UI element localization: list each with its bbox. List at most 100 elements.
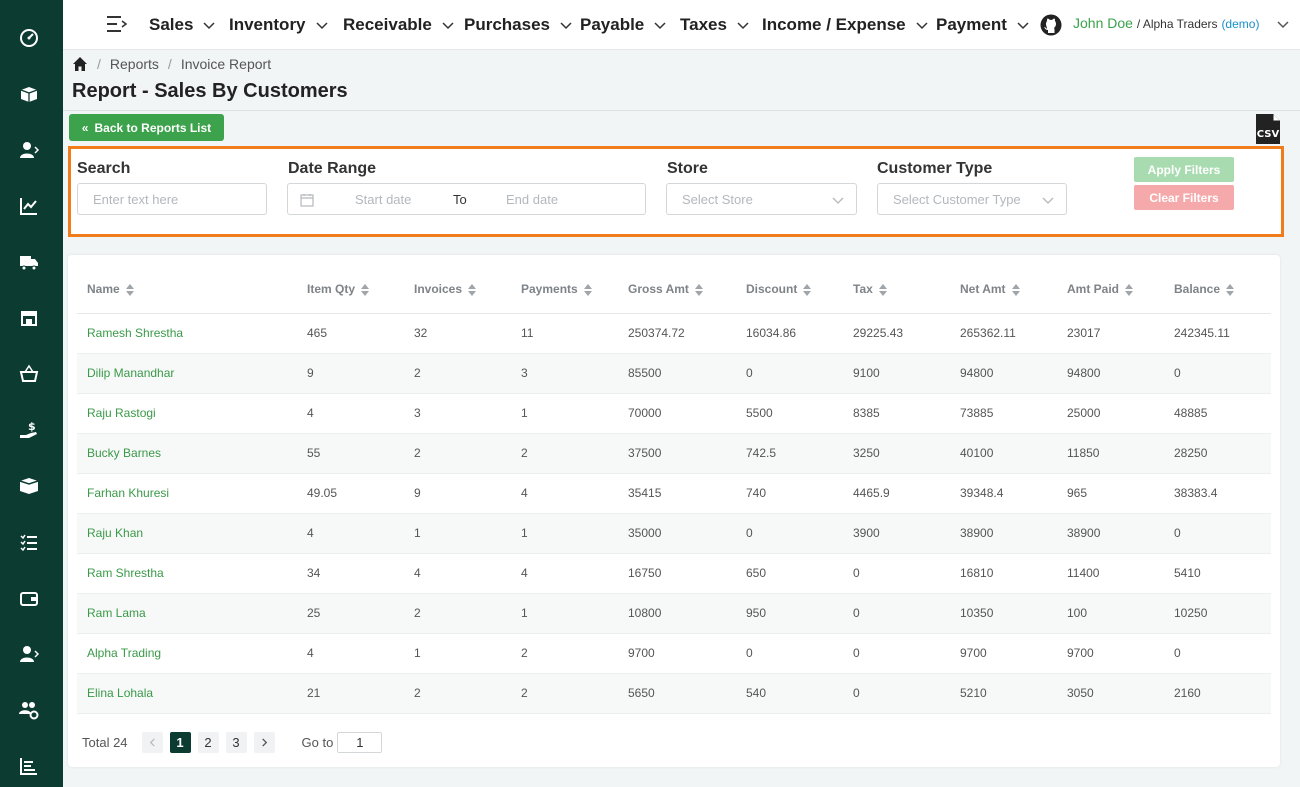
date-range-picker[interactable]: Start date To End date (287, 183, 646, 215)
chevron-right-icon (261, 738, 267, 747)
store-icon[interactable] (18, 307, 40, 329)
table-cell: 10350 (950, 593, 1057, 634)
table-row[interactable]: Bucky Barnes 55 2 2 37500 742.5 3250 40100 11850… (77, 433, 1271, 474)
sort-icon[interactable] (125, 283, 134, 296)
sort-icon[interactable] (803, 283, 812, 296)
chevron-down-icon (737, 22, 749, 30)
table-row[interactable]: Raju Khan 4 1 1 35000 0 3900 38900 38900 0 (77, 513, 1271, 554)
table-cell: 85500 (618, 353, 736, 394)
nav-receivable[interactable]: Receivable (343, 15, 454, 35)
customer-name-link[interactable]: Raju Khan (77, 513, 297, 554)
nav-sales[interactable]: Sales (149, 15, 215, 35)
table-cell: 10250 (1164, 593, 1271, 634)
user-arrow-icon[interactable] (18, 643, 40, 665)
end-date-input[interactable]: End date (506, 192, 558, 207)
csv-download-icon[interactable]: CSV (1255, 113, 1281, 145)
nav-taxes[interactable]: Taxes (680, 15, 749, 35)
menu-toggle-icon[interactable] (107, 15, 127, 33)
customer-name-link[interactable]: Ram Lama (77, 593, 297, 634)
customer-type-select[interactable]: Select Customer Type (877, 183, 1067, 215)
wallet-icon[interactable] (18, 587, 40, 609)
page-2-button[interactable]: 2 (197, 732, 219, 753)
customer-name-link[interactable]: Ramesh Shrestha (77, 313, 297, 354)
clear-filters-button[interactable]: Clear Filters (1134, 185, 1234, 210)
page-title: Report - Sales By Customers (72, 80, 348, 102)
column-header[interactable]: Amt Paid (1057, 265, 1164, 314)
customer-type-placeholder: Select Customer Type (893, 191, 1021, 207)
users-gear-icon[interactable] (18, 699, 40, 721)
column-header[interactable]: Item Qty (297, 265, 404, 314)
table-cell: 73885 (950, 393, 1057, 434)
nav-sales-label: Sales (149, 15, 194, 34)
customer-name-link[interactable]: Elina Lohala (77, 673, 297, 714)
nav-payable[interactable]: Payable (580, 15, 666, 35)
customer-name-link[interactable]: Bucky Barnes (77, 433, 297, 474)
table-row[interactable]: Ram Lama 25 2 1 10800 950 0 10350 100 10250 (77, 593, 1271, 634)
table-row[interactable]: Ramesh Shrestha 465 32 11 250374.72 16034.86 2… (77, 313, 1271, 354)
table-row[interactable]: Raju Rastogi 4 3 1 70000 5500 8385 73885 25000 48… (77, 393, 1271, 434)
column-header[interactable]: Name (77, 265, 297, 314)
user-menu[interactable]: John Doe / Alpha Traders (demo) (1073, 15, 1259, 31)
apply-filters-button[interactable]: Apply Filters (1134, 157, 1234, 182)
table-row[interactable]: Farhan Khuresi 49.05 9 4 35415 740 4465.9 39348… (77, 473, 1271, 514)
list-check-icon[interactable] (18, 531, 40, 553)
column-header[interactable]: Balance (1164, 265, 1271, 314)
table-row[interactable]: Alpha Trading 4 1 2 9700 0 0 9700 9700 0 (77, 633, 1271, 674)
next-page-button[interactable] (253, 732, 275, 753)
search-placeholder: Enter text here (93, 191, 179, 207)
column-header[interactable]: Discount (736, 265, 843, 314)
column-header[interactable]: Payments (511, 265, 618, 314)
customer-name-link[interactable]: Raju Rastogi (77, 393, 297, 434)
customer-name-link[interactable]: Dilip Manandhar (77, 353, 297, 394)
table-cell: 1 (511, 593, 618, 634)
dashboard-icon[interactable] (18, 27, 40, 49)
hand-money-icon[interactable]: $ (18, 419, 40, 441)
column-header[interactable]: Invoices (404, 265, 511, 314)
nav-inventory[interactable]: Inventory (229, 15, 328, 35)
sort-icon[interactable] (361, 283, 370, 296)
home-icon[interactable] (72, 56, 88, 72)
chevron-down-icon[interactable] (1277, 18, 1289, 30)
report-chart-icon[interactable] (18, 755, 40, 777)
goto-page-input[interactable] (337, 732, 383, 753)
search-input[interactable]: Enter text here (77, 183, 267, 215)
sort-icon[interactable] (468, 283, 477, 296)
prev-page-button[interactable] (141, 732, 163, 753)
sort-icon[interactable] (1125, 283, 1134, 296)
truck-icon[interactable] (18, 251, 40, 273)
customer-name-link[interactable]: Alpha Trading (77, 633, 297, 674)
start-date-input[interactable]: Start date (355, 192, 411, 207)
github-icon[interactable] (1040, 14, 1062, 36)
table-row[interactable]: Elina Lohala 21 2 2 5650 540 0 5210 3050 2160 (77, 673, 1271, 714)
boxes-icon[interactable] (18, 475, 40, 497)
sort-icon[interactable] (1011, 283, 1020, 296)
sort-icon[interactable] (878, 283, 887, 296)
nav-income-expense[interactable]: Income / Expense (762, 15, 928, 35)
customer-name-link[interactable]: Ram Shrestha (77, 553, 297, 594)
customer-icon[interactable] (18, 139, 40, 161)
column-header[interactable]: Net Amt (950, 265, 1057, 314)
basket-icon[interactable] (18, 363, 40, 385)
package-icon[interactable] (18, 83, 40, 105)
table-row[interactable]: Ram Shrestha 34 4 4 16750 650 0 16810 11400 5410 (77, 553, 1271, 594)
sort-icon[interactable] (583, 283, 592, 296)
table-cell: 3900 (843, 513, 950, 554)
column-header[interactable]: Tax (843, 265, 950, 314)
sort-icon[interactable] (694, 283, 703, 296)
breadcrumb-reports[interactable]: Reports (110, 56, 159, 72)
nav-purchases[interactable]: Purchases (464, 15, 572, 35)
nav-payment[interactable]: Payment (936, 15, 1029, 35)
sort-icon[interactable] (1226, 283, 1235, 296)
table-row[interactable]: Dilip Manandhar 9 2 3 85500 0 9100 94800 94800 0 (77, 353, 1271, 394)
chevron-down-icon (560, 22, 572, 30)
table-cell: 4465.9 (843, 473, 950, 514)
page-3-button[interactable]: 3 (225, 732, 247, 753)
chart-line-icon[interactable] (18, 195, 40, 217)
column-header-label: Net Amt (960, 281, 1006, 296)
page-1-button[interactable]: 1 (169, 732, 191, 753)
column-header[interactable]: Gross Amt (618, 265, 736, 314)
user-name: John Doe (1073, 15, 1133, 31)
store-select[interactable]: Select Store (666, 183, 857, 215)
back-to-reports-button[interactable]: « Back to Reports List (69, 114, 224, 141)
customer-name-link[interactable]: Farhan Khuresi (77, 473, 297, 514)
